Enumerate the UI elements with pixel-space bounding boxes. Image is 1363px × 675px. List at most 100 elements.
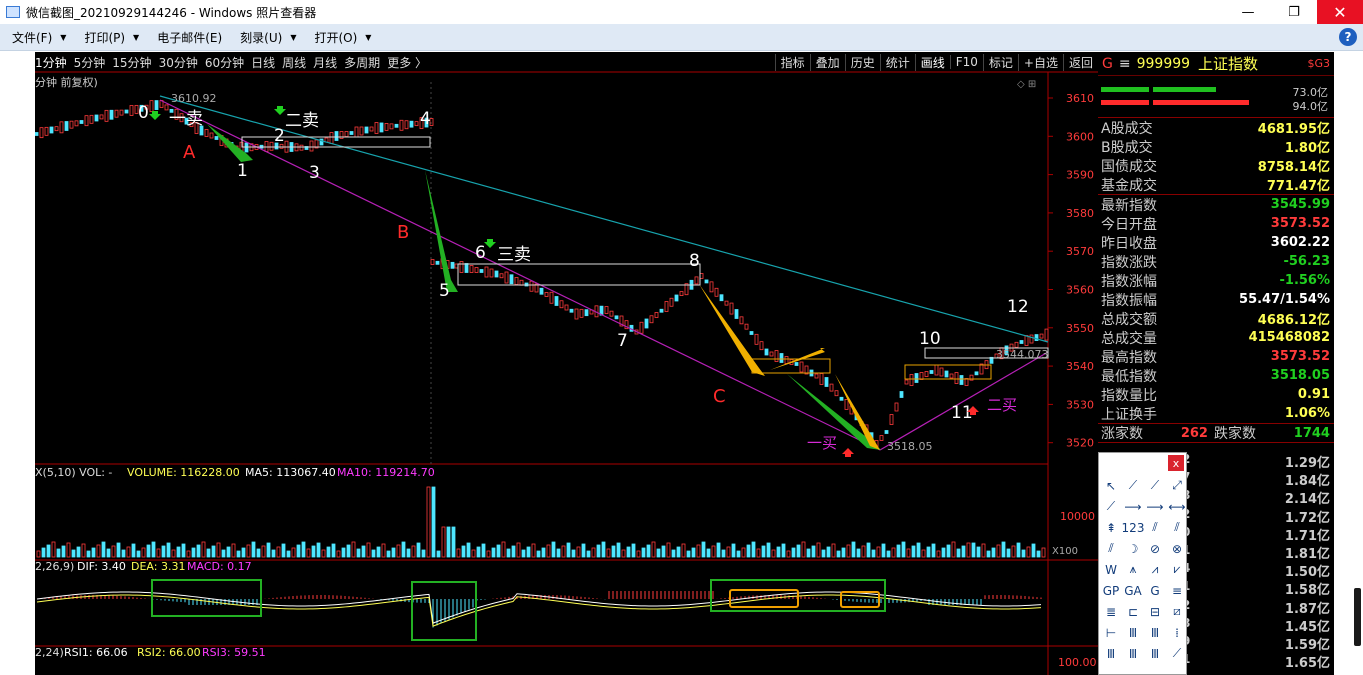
candle	[839, 396, 844, 401]
draw-tool-icon[interactable]: ⩗	[1166, 559, 1188, 580]
volume-bar	[211, 545, 216, 558]
volume-bar	[731, 543, 736, 558]
turnover-value: 4681.95亿	[1257, 122, 1330, 137]
draw-tool-icon[interactable]: ⤢	[1166, 475, 1188, 496]
draw-tool-icon[interactable]: ⊟	[1144, 601, 1166, 622]
volume-bar	[551, 541, 556, 558]
candle	[214, 136, 219, 140]
candle	[124, 109, 129, 114]
draw-tool-icon[interactable]: ↖	[1100, 475, 1122, 496]
close-icon[interactable]: x	[1168, 455, 1184, 471]
draw-tool-icon[interactable]: ⟋	[1122, 475, 1144, 496]
stats-label: 最高指数	[1101, 349, 1157, 366]
draw-tool-icon[interactable]: ⧄	[1166, 601, 1188, 622]
market-code: $G3	[1307, 57, 1330, 70]
menu-open[interactable]: 打开(O) ▼	[314, 29, 371, 46]
draw-tool-icon[interactable]: GA	[1122, 580, 1144, 601]
menu-icon[interactable]: ≡	[1119, 56, 1131, 72]
volume-bar	[811, 545, 816, 558]
volume-bar	[66, 542, 71, 558]
draw-tool-icon[interactable]: ⟶	[1144, 496, 1166, 517]
restore-button[interactable]: ❐	[1271, 0, 1317, 24]
candle	[489, 268, 494, 278]
candle	[119, 109, 124, 116]
candle	[384, 123, 389, 131]
draw-tool-icon[interactable]: ⁞	[1166, 622, 1188, 643]
candle	[104, 109, 109, 122]
draw-tool-icon[interactable]: ⟋	[1100, 496, 1122, 517]
volume-bar	[991, 547, 996, 558]
volume-bar	[806, 548, 811, 558]
candle	[899, 391, 904, 398]
draw-tool-icon[interactable]: G	[1144, 580, 1166, 601]
volume-bar	[576, 546, 581, 558]
volume-bar	[291, 547, 296, 558]
arrow-yellow-1	[699, 284, 765, 376]
turnover-label: A股成交	[1101, 120, 1153, 137]
stats-label: 最低指数	[1101, 368, 1157, 385]
candle	[709, 281, 714, 293]
candle	[59, 121, 64, 134]
candle	[674, 294, 679, 302]
draw-tool-icon[interactable]: ⟋	[1166, 643, 1188, 664]
draw-tool-icon[interactable]: ⊢	[1100, 622, 1122, 643]
minimize-button[interactable]: —	[1225, 0, 1271, 24]
draw-tool-icon[interactable]: ☽	[1122, 538, 1144, 559]
candle	[374, 122, 379, 134]
candle	[94, 114, 99, 122]
draw-tool-icon[interactable]: ⫽	[1166, 517, 1188, 538]
candle	[749, 331, 754, 335]
volume-bar	[771, 549, 776, 558]
draw-tool-icon[interactable]: ⫽	[1144, 517, 1166, 538]
stats-label: 总成交额	[1101, 311, 1157, 328]
volume-bar	[801, 541, 806, 558]
draw-tool-icon[interactable]: ≡	[1166, 580, 1188, 601]
draw-tool-icon[interactable]: ⟶	[1122, 496, 1144, 517]
draw-tool-icon[interactable]: Ⅲ	[1144, 643, 1166, 664]
drawing-tools-palette: x ↖ ⟋ ⟋ ⤢ ⟋ ⟶ ⟶ ⟷ ⇞ 123 ⫽ ⫽ ⫽ ☽ ⊘ ⊗ W ⩚ ⩘ ⩗ GP GA G ≡ ≣ ⊏ ⊟ ⧄ ⊢ Ⅲ Ⅲ ⁞ Ⅲ Ⅲ…	[1098, 452, 1187, 675]
macd-box-4	[729, 589, 799, 608]
stats-row: 最低指数 3518.05	[1098, 366, 1334, 385]
close-button[interactable]: ✕	[1317, 0, 1363, 24]
menu-print[interactable]: 打印(P) ▼	[84, 29, 139, 46]
menu-file[interactable]: 文件(F) ▼	[12, 29, 66, 46]
draw-tool-icon[interactable]: W	[1100, 559, 1122, 580]
draw-tool-icon[interactable]: ⩘	[1144, 559, 1166, 580]
draw-tool-icon[interactable]: Ⅲ	[1100, 643, 1122, 664]
volume-bar	[796, 544, 801, 558]
draw-tool-icon[interactable]: Ⅲ	[1122, 643, 1144, 664]
help-icon[interactable]: ?	[1339, 28, 1357, 46]
volume-bar	[546, 544, 551, 558]
candle	[69, 120, 74, 129]
draw-tool-icon[interactable]: ⊘	[1144, 538, 1166, 559]
draw-tool-icon[interactable]: Ⅲ	[1122, 622, 1144, 643]
stats-row: 昨日收盘 3602.22	[1098, 233, 1334, 252]
draw-tool-icon[interactable]: ⟷	[1166, 496, 1188, 517]
menu-email[interactable]: 电子邮件(E)	[157, 29, 222, 46]
draw-tool-icon[interactable]: ≣	[1100, 601, 1122, 622]
volume-bar	[841, 547, 846, 558]
kline-chart[interactable]: 3610360035903580357035603550354035303520…	[35, 52, 1098, 675]
candle	[79, 120, 84, 124]
scrollbar[interactable]	[1354, 588, 1361, 646]
volume-bar	[961, 545, 966, 558]
volume-bar	[221, 549, 226, 558]
draw-tool-icon[interactable]: 123	[1122, 517, 1145, 538]
segment-label-a: A	[183, 142, 196, 163]
volume-bar	[861, 545, 866, 558]
draw-tool-icon[interactable]: ⫽	[1100, 538, 1122, 559]
draw-tool-icon[interactable]: ⊗	[1166, 538, 1188, 559]
draw-tool-icon[interactable]: ⊏	[1122, 601, 1144, 622]
draw-tool-icon[interactable]: ⟋	[1144, 475, 1166, 496]
draw-tool-icon[interactable]: Ⅲ	[1144, 622, 1166, 643]
volume-bar	[476, 546, 481, 558]
candle	[99, 114, 104, 120]
candle	[414, 121, 419, 127]
candle	[474, 267, 479, 273]
draw-tool-icon[interactable]: ⩚	[1122, 559, 1144, 580]
chevron-down-icon: ▼	[290, 32, 297, 42]
volume-bar	[386, 550, 391, 558]
menu-burn[interactable]: 刻录(U) ▼	[240, 29, 296, 46]
draw-tool-icon[interactable]: GP	[1100, 580, 1122, 601]
draw-tool-icon[interactable]: ⇞	[1100, 517, 1122, 538]
